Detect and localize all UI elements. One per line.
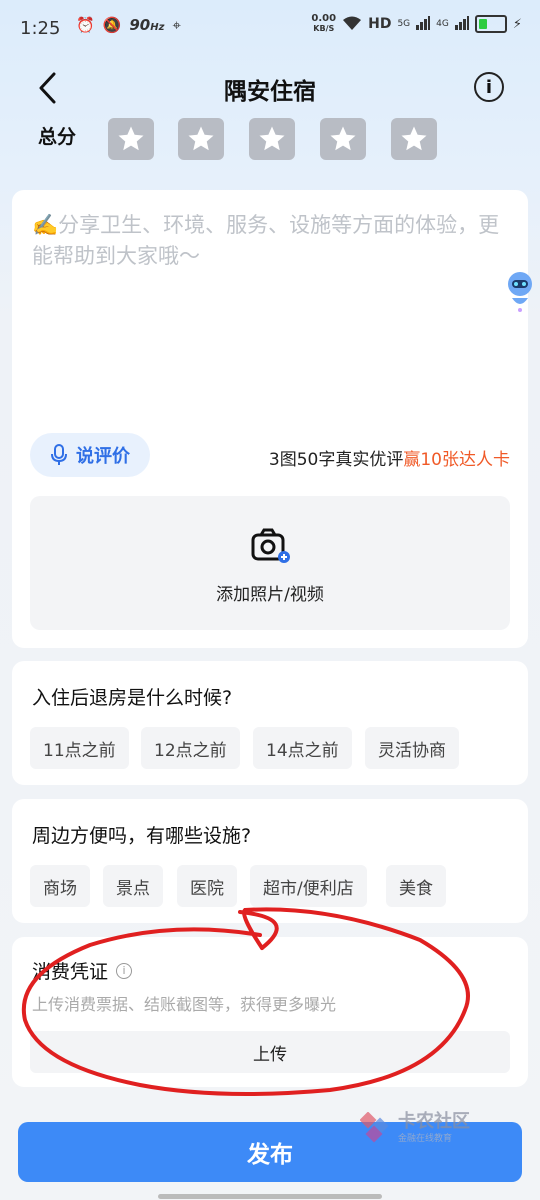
option-chip[interactable]: 11点之前: [30, 727, 129, 769]
upload-button[interactable]: 上传: [30, 1031, 510, 1073]
refresh-rate-value: 90: [129, 16, 151, 34]
microphone-icon: [51, 444, 67, 465]
review-card: ✍️分享卫生、环境、服务、设施等方面的体验，更能帮助到大家哦～ 说评价 3图50…: [12, 190, 528, 648]
question-title: 周边方便吗，有哪些设施?: [32, 825, 252, 847]
mute-icon: 🔕: [102, 16, 122, 34]
option-chip[interactable]: 14点之前: [253, 727, 352, 769]
signal-icon-1: [416, 15, 431, 33]
star-2[interactable]: [178, 118, 224, 160]
location-icon: ⌖: [172, 16, 181, 34]
star-3[interactable]: [249, 118, 295, 160]
watermark-title: 卡农社区: [398, 1110, 470, 1132]
back-button[interactable]: [30, 68, 70, 108]
refresh-rate: 90Hz: [129, 16, 164, 34]
info-icon: i: [485, 76, 493, 98]
question-card-facilities: 周边方便吗，有哪些设施? 商场 景点 医院 超市/便利店 美食: [12, 799, 528, 923]
refresh-rate-unit: Hz: [150, 22, 165, 33]
charging-icon: ⚡: [512, 16, 522, 32]
add-photo-button[interactable]: 添加照片/视频: [30, 496, 510, 630]
net-speed: 0.00 KB/S: [311, 14, 336, 34]
promo-prefix: 3图50字真实优评: [268, 450, 404, 470]
voice-review-button[interactable]: 说评价: [30, 433, 150, 477]
star-icon: [330, 126, 356, 151]
alarm-icon: ⏰: [76, 16, 95, 34]
info-icon[interactable]: i: [116, 962, 133, 979]
signal-icon-2: [454, 15, 469, 33]
assistant-robot-icon[interactable]: [504, 270, 536, 314]
add-photo-label: 添加照片/视频: [216, 585, 324, 605]
star-5[interactable]: [391, 118, 437, 160]
review-textarea[interactable]: ✍️分享卫生、环境、服务、设施等方面的体验，更能帮助到大家哦～: [32, 210, 506, 272]
wifi-icon: [342, 15, 362, 34]
status-left-icons: ⏰ 🔕 90Hz ⌖: [76, 16, 181, 34]
option-chip[interactable]: 超市/便利店: [250, 865, 367, 907]
star-4[interactable]: [320, 118, 366, 160]
watermark-subtitle: 金融在线教育: [398, 1133, 453, 1144]
receipt-title-row: 消费凭证 i: [32, 957, 133, 984]
star-icon: [401, 126, 427, 151]
chevron-left-icon: [39, 72, 56, 104]
option-chip[interactable]: 景点: [103, 865, 163, 907]
question-title: 入住后退房是什么时候?: [32, 687, 233, 709]
star-icon: [188, 126, 214, 151]
star-icon: [259, 126, 285, 151]
net1-label: 5G: [397, 19, 411, 29]
option-chip[interactable]: 商场: [30, 865, 90, 907]
camera-add-icon: [251, 528, 290, 563]
option-chip[interactable]: 灵活协商: [365, 727, 459, 769]
promo-text: 3图50字真实优评赢10张达人卡: [269, 445, 510, 470]
home-indicator: [158, 1194, 382, 1199]
battery-icon: [474, 15, 507, 33]
watermark-logo-icon: [360, 1112, 389, 1143]
voice-review-label: 说评价: [76, 446, 130, 467]
option-chip[interactable]: 12点之前: [141, 727, 240, 769]
hd-label: HD: [368, 16, 392, 32]
net-speed-value: 0.00: [311, 13, 337, 24]
receipt-title: 消费凭证: [32, 961, 109, 983]
promo-highlight: 赢10张达人卡: [403, 450, 510, 470]
net-speed-unit: KB/S: [313, 24, 335, 33]
option-chip[interactable]: 美食: [386, 865, 446, 907]
receipt-subtitle: 上传消费票据、结账截图等，获得更多曝光: [32, 995, 337, 1014]
status-bar: 1:25 ⏰ 🔕 90Hz ⌖ 0.00 KB/S HD 5G 4G ⚡: [0, 0, 540, 56]
star-icon: [118, 126, 144, 151]
status-right-icons: 0.00 KB/S HD 5G 4G ⚡: [311, 14, 522, 34]
question-card-checkout: 入住后退房是什么时候? 11点之前 12点之前 14点之前 灵活协商: [12, 661, 528, 785]
net2-label: 4G: [436, 19, 449, 29]
status-time: 1:25: [20, 18, 61, 39]
star-1[interactable]: [108, 118, 154, 160]
info-button[interactable]: i: [474, 72, 504, 102]
page-title: 隅安住宿: [224, 79, 316, 105]
option-chip[interactable]: 医院: [177, 865, 237, 907]
receipt-card: 消费凭证 i 上传消费票据、结账截图等，获得更多曝光 上传: [12, 937, 528, 1087]
rating-label: 总分: [38, 126, 77, 148]
watermark: 卡农社区 金融在线教育: [360, 1112, 470, 1144]
